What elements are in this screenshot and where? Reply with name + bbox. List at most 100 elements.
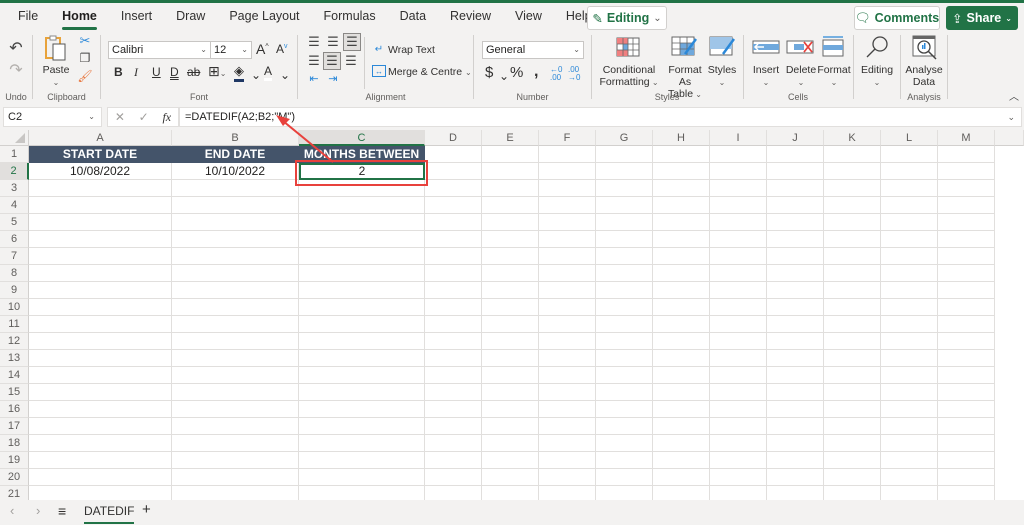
cell-i18[interactable] [710, 435, 767, 452]
cell-j9[interactable] [767, 282, 824, 299]
conditional-formatting-button[interactable]: Conditional Formatting ⌄ [596, 64, 662, 89]
cell-f5[interactable] [539, 214, 596, 231]
delete-cells-button[interactable]: Delete ⌄ [783, 64, 819, 89]
analyse-data-icon[interactable] [911, 34, 939, 62]
cell-f10[interactable] [539, 299, 596, 316]
cell-b4[interactable] [172, 197, 299, 214]
row-header-18[interactable]: 18 [0, 435, 29, 452]
cell-j12[interactable] [767, 333, 824, 350]
row-header-16[interactable]: 16 [0, 401, 29, 418]
cell-c5[interactable] [299, 214, 425, 231]
cell-i16[interactable] [710, 401, 767, 418]
cell-b13[interactable] [172, 350, 299, 367]
cell-e3[interactable] [482, 180, 539, 197]
cell-c4[interactable] [299, 197, 425, 214]
cell-e17[interactable] [482, 418, 539, 435]
row-header-9[interactable]: 9 [0, 282, 29, 299]
cell-f16[interactable] [539, 401, 596, 418]
borders-icon[interactable]: ⊞⌄ [208, 63, 226, 80]
comments-button[interactable]: 🗨︎ Comments [854, 6, 940, 30]
cell-k11[interactable] [824, 316, 881, 333]
row-header-14[interactable]: 14 [0, 367, 29, 384]
cell-h8[interactable] [653, 265, 710, 282]
cell-j11[interactable] [767, 316, 824, 333]
cell-e14[interactable] [482, 367, 539, 384]
cell-m16[interactable] [938, 401, 995, 418]
chevron-down-icon[interactable]: ⌄ [280, 68, 290, 82]
chevron-down-icon[interactable]: ⌄ [251, 68, 261, 82]
cell-b20[interactable] [172, 469, 299, 486]
cell-m7[interactable] [938, 248, 995, 265]
cell-a8[interactable] [29, 265, 172, 282]
cell-l13[interactable] [881, 350, 938, 367]
cell-m12[interactable] [938, 333, 995, 350]
cell-i17[interactable] [710, 418, 767, 435]
row-header-3[interactable]: 3 [0, 180, 29, 197]
cell-d4[interactable] [425, 197, 482, 214]
row-header-11[interactable]: 11 [0, 316, 29, 333]
paste-icon[interactable] [43, 34, 69, 62]
cell-d2[interactable] [425, 163, 482, 180]
chevron-down-icon[interactable]: ⌄ [39, 77, 73, 89]
cell-a13[interactable] [29, 350, 172, 367]
insert-function-button[interactable]: fx [162, 110, 171, 125]
cell-f11[interactable] [539, 316, 596, 333]
cell-e18[interactable] [482, 435, 539, 452]
cell-c18[interactable] [299, 435, 425, 452]
cell-j13[interactable] [767, 350, 824, 367]
cell-g2[interactable] [596, 163, 653, 180]
cell-l4[interactable] [881, 197, 938, 214]
cell-e4[interactable] [482, 197, 539, 214]
cell-j1[interactable] [767, 146, 824, 163]
cell-k8[interactable] [824, 265, 881, 282]
row-header-5[interactable]: 5 [0, 214, 29, 231]
cell-l19[interactable] [881, 452, 938, 469]
cell-c1[interactable]: MONTHS BETWEEN [299, 146, 425, 163]
bold-button[interactable]: B [114, 65, 123, 79]
cell-d16[interactable] [425, 401, 482, 418]
insert-cells-button[interactable]: Insert ⌄ [748, 64, 784, 89]
cell-j18[interactable] [767, 435, 824, 452]
copy-icon[interactable]: ❐ [78, 51, 92, 65]
cell-h1[interactable] [653, 146, 710, 163]
select-all-corner[interactable] [0, 130, 29, 146]
cell-m1[interactable] [938, 146, 995, 163]
cell-d8[interactable] [425, 265, 482, 282]
cell-m10[interactable] [938, 299, 995, 316]
cell-k13[interactable] [824, 350, 881, 367]
cell-m8[interactable] [938, 265, 995, 282]
cell-f7[interactable] [539, 248, 596, 265]
cell-e1[interactable] [482, 146, 539, 163]
cell-h7[interactable] [653, 248, 710, 265]
redo-icon[interactable]: ↷ [7, 61, 25, 79]
cell-h3[interactable] [653, 180, 710, 197]
column-header-a[interactable]: A [29, 130, 172, 146]
cell-d17[interactable] [425, 418, 482, 435]
cell-b15[interactable] [172, 384, 299, 401]
cell-m11[interactable] [938, 316, 995, 333]
cell-c19[interactable] [299, 452, 425, 469]
cell-b5[interactable] [172, 214, 299, 231]
cell-i4[interactable] [710, 197, 767, 214]
cell-f8[interactable] [539, 265, 596, 282]
cell-g11[interactable] [596, 316, 653, 333]
menu-file[interactable]: File [0, 3, 50, 31]
row-header-19[interactable]: 19 [0, 452, 29, 469]
column-header-e[interactable]: E [482, 130, 539, 146]
cell-k4[interactable] [824, 197, 881, 214]
cell-g7[interactable] [596, 248, 653, 265]
align-left-icon[interactable]: ☰ [306, 53, 322, 69]
cell-k20[interactable] [824, 469, 881, 486]
cell-a20[interactable] [29, 469, 172, 486]
cell-i8[interactable] [710, 265, 767, 282]
cell-i19[interactable] [710, 452, 767, 469]
cell-j2[interactable] [767, 163, 824, 180]
cell-b2[interactable]: 10/10/2022 [172, 163, 299, 180]
delete-cells-icon[interactable] [786, 37, 814, 57]
cell-a9[interactable] [29, 282, 172, 299]
cell-h16[interactable] [653, 401, 710, 418]
cell-e11[interactable] [482, 316, 539, 333]
cell-l20[interactable] [881, 469, 938, 486]
cell-d20[interactable] [425, 469, 482, 486]
collapse-ribbon-icon[interactable]: ︿ [1008, 89, 1020, 103]
